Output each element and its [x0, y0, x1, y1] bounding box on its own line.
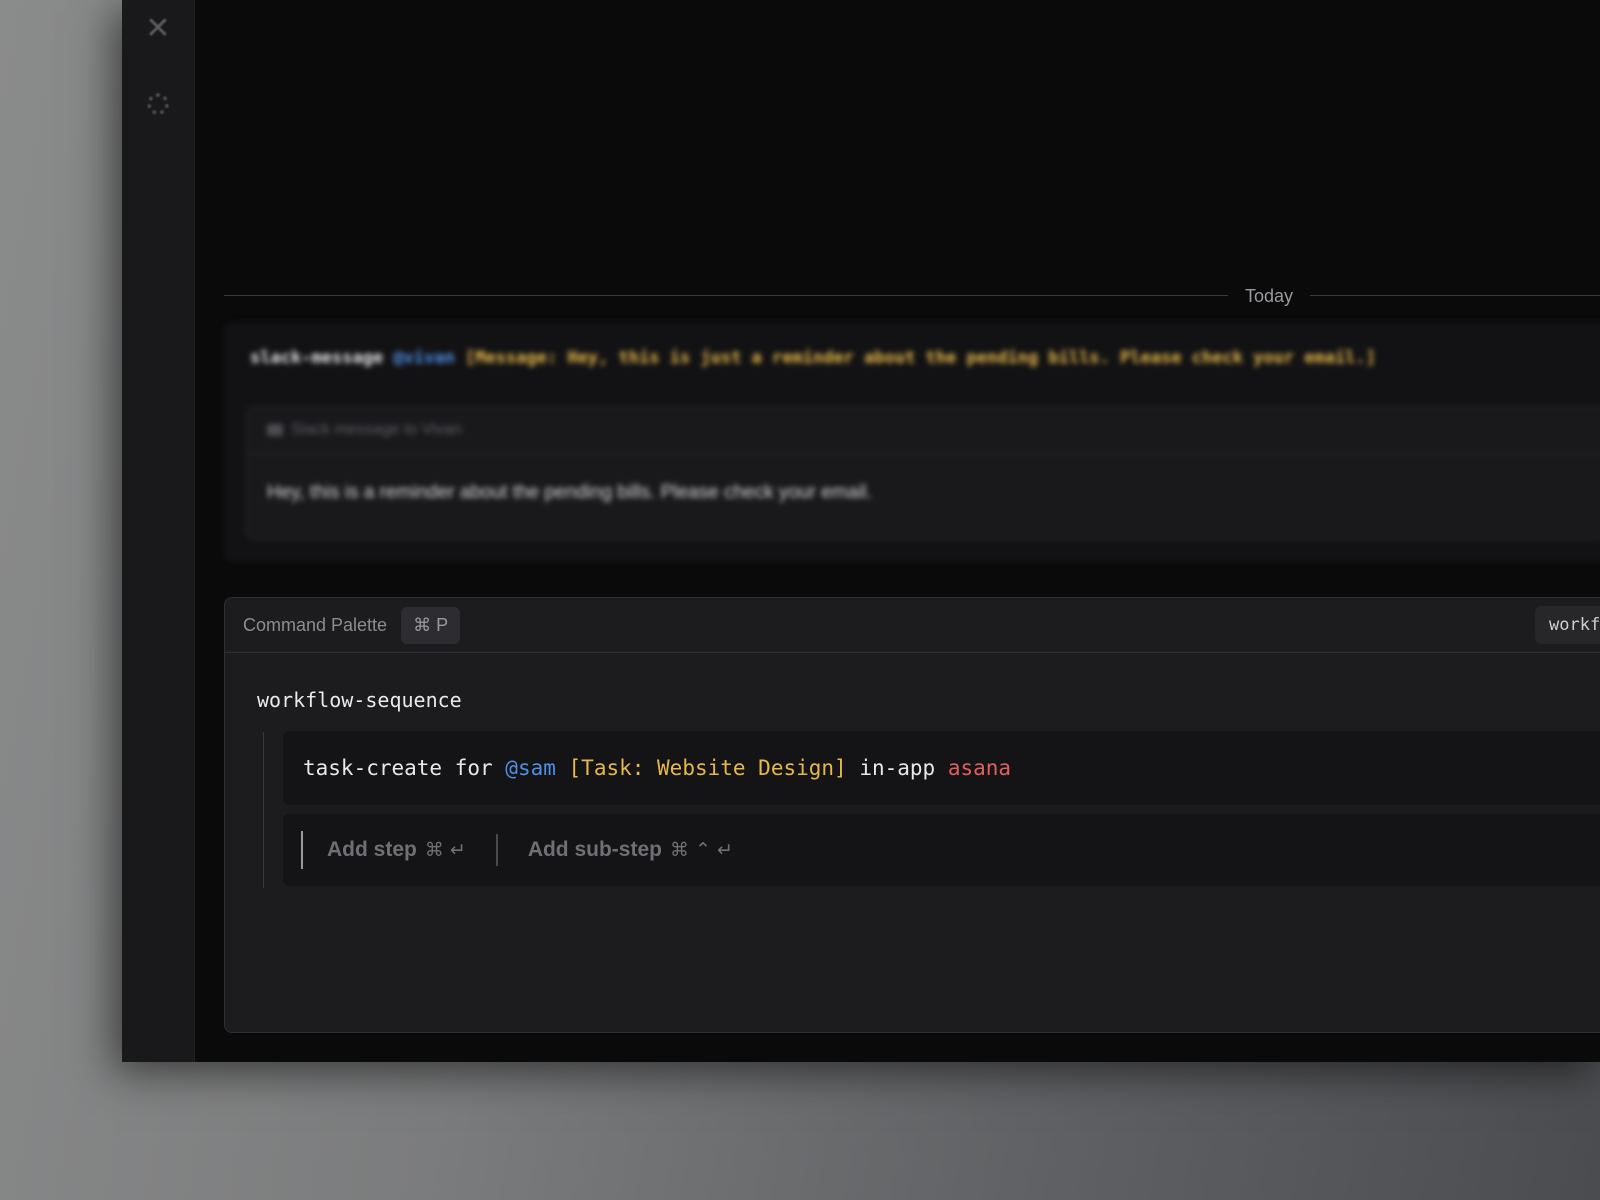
step-app: asana — [947, 756, 1012, 780]
history-message-card[interactable]: slack-message @vivan [Message: Hey, this… — [224, 322, 1600, 562]
divider-label: Today — [1244, 286, 1294, 306]
preview-header: Slack message to Vivan — [247, 407, 1600, 454]
mail-icon — [267, 424, 283, 436]
history-command: slack-message — [250, 348, 384, 368]
step-mid: in-app — [846, 756, 948, 780]
history-command-line: slack-message @vivan [Message: Hey, this… — [250, 348, 1376, 368]
palette-title: Command Palette — [243, 614, 388, 635]
divider-line-left — [224, 295, 1228, 296]
divider-line-right — [1310, 295, 1600, 296]
gear-icon[interactable] — [142, 88, 174, 120]
history-mention: @vivan — [393, 348, 455, 368]
sequence-rail — [263, 732, 264, 888]
add-substep-label: Add sub-step — [527, 838, 662, 861]
step-command: task-create for — [303, 756, 506, 780]
command-palette: Command Palette ⌘ P workf workflow-seque… — [224, 597, 1600, 1033]
add-step-row: Add step ⌘ ↵ Add sub-step ⌘ ⌃ ↵ — [283, 814, 1600, 886]
add-substep-button[interactable]: Add sub-step ⌘ ⌃ ↵ — [528, 838, 733, 862]
step-task: [Task: Website Design] — [568, 756, 847, 780]
add-step-label: Add step — [327, 838, 417, 861]
tools-icon[interactable]: ✕ — [142, 12, 174, 45]
text-cursor — [301, 831, 303, 869]
add-step-keys: ⌘ ↵ — [424, 839, 466, 861]
sequence-title: workflow-sequence — [257, 688, 462, 712]
palette-shortcut-badge: ⌘ P — [401, 606, 461, 644]
preview-title: Slack message to Vivan — [291, 421, 462, 438]
app-window: ✕ Today slack-message @vivan [Message: H… — [122, 0, 1600, 1062]
date-divider: Today — [224, 284, 1600, 308]
history-payload: [Message: Hey, this is just a reminder a… — [464, 348, 1376, 368]
palette-header: Command Palette ⌘ P workf — [225, 598, 1600, 653]
add-step-button[interactable]: Add step ⌘ ↵ — [327, 838, 466, 862]
workflow-step[interactable]: task-create for @sam [Task: Website Desi… — [283, 731, 1600, 805]
add-substep-keys: ⌘ ⌃ ↵ — [669, 839, 733, 861]
message-preview: Slack message to Vivan Hey, this is a re… — [246, 406, 1600, 540]
workflow-mode-chip[interactable]: workf — [1535, 606, 1600, 644]
add-row-separator — [495, 834, 498, 866]
sidebar-rail: ✕ — [122, 0, 195, 1062]
step-mention: @sam — [505, 756, 556, 780]
preview-body: Hey, this is a reminder about the pendin… — [267, 482, 872, 503]
